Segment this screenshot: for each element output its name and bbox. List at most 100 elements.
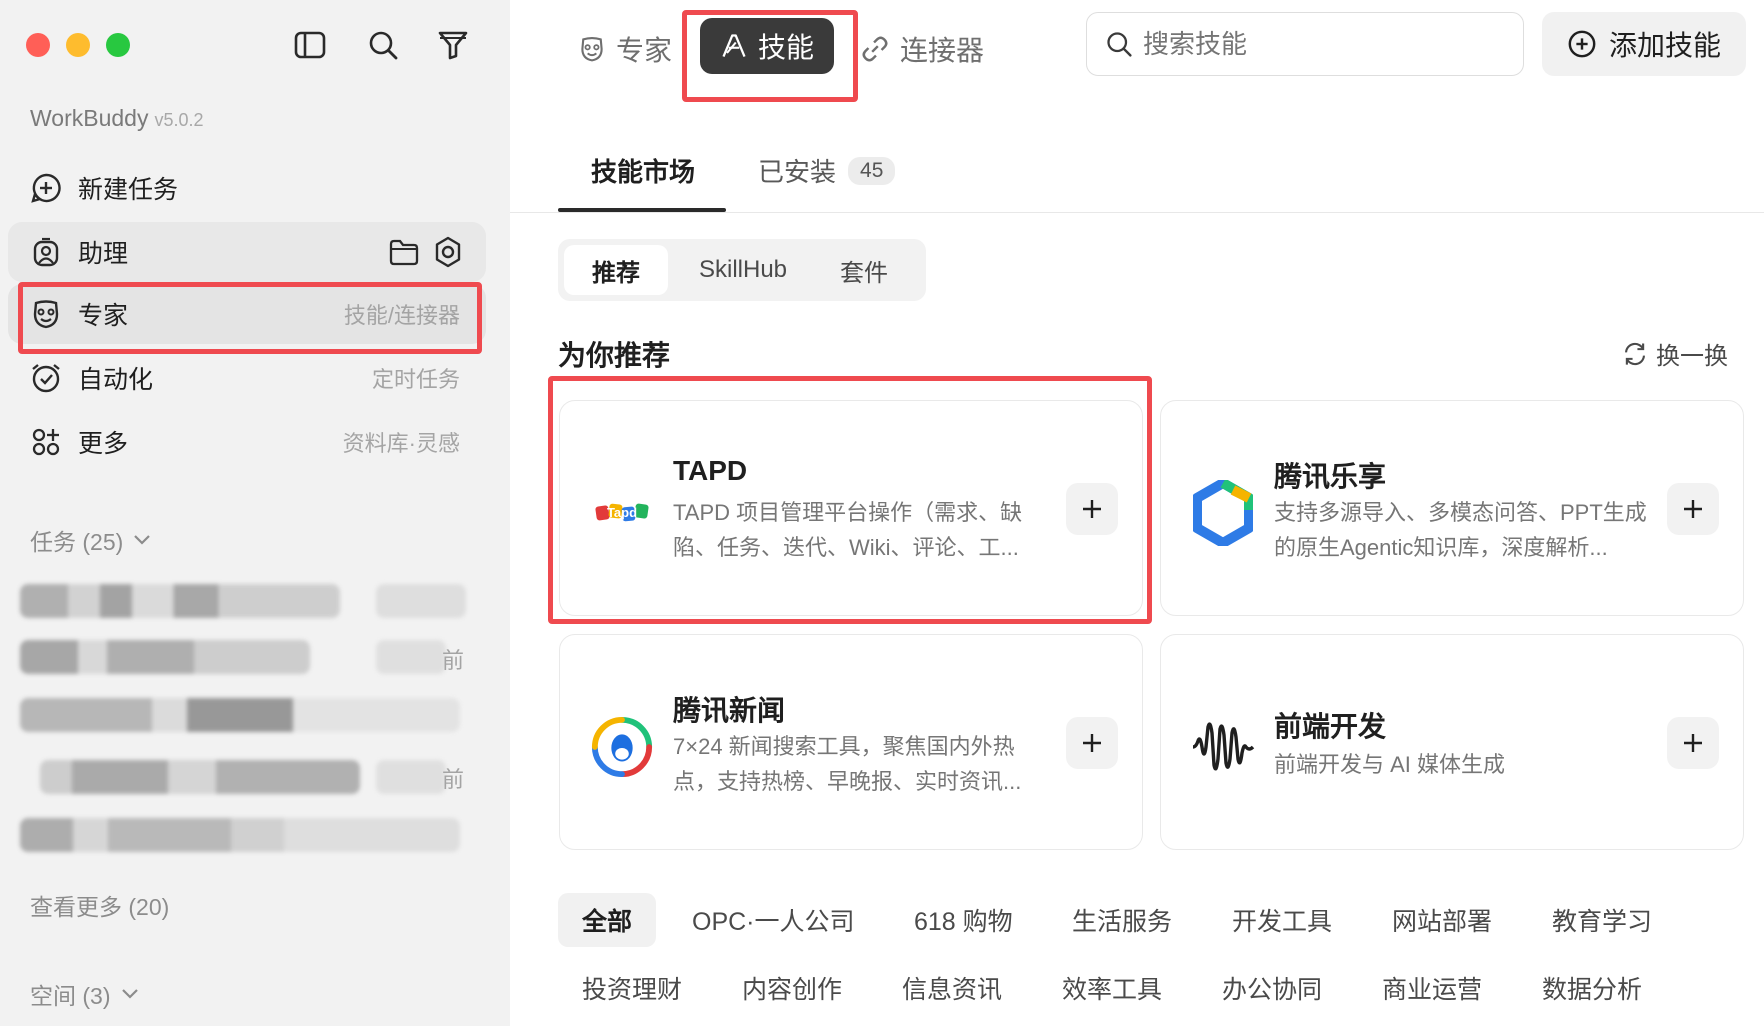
sidebar-item-label: 新建任务: [78, 176, 179, 204]
category-dev-tools[interactable]: 开发工具: [1208, 893, 1356, 947]
tab-expert[interactable]: 专家: [578, 22, 672, 76]
task-list-item-time: [376, 640, 446, 674]
add-skill-button[interactable]: 添加技能: [1542, 12, 1746, 76]
add-skill-plus-button[interactable]: [1667, 483, 1719, 535]
skill-card-tencent-news[interactable]: 腾讯新闻 7×24 新闻搜索工具，聚焦国内外热点，支持热榜、早晚报、实时资讯..…: [559, 634, 1143, 850]
category-office-collab[interactable]: 办公协同: [1198, 961, 1346, 1015]
task-list-item[interactable]: [20, 584, 340, 618]
category-business-ops[interactable]: 商业运营: [1358, 961, 1506, 1015]
skill-name: 腾讯新闻: [673, 695, 786, 726]
new-task-icon: [30, 172, 62, 204]
tab-connectors[interactable]: 连接器: [860, 22, 984, 76]
waveform-icon: [1191, 715, 1255, 779]
segment-control: 推荐 SkillHub 套件: [558, 239, 926, 301]
tencent-news-logo-icon: [590, 715, 654, 779]
window-minimize-button[interactable]: [66, 33, 90, 57]
search-icon: [1107, 32, 1132, 57]
refresh-button[interactable]: 换一换: [1622, 336, 1728, 371]
category-education[interactable]: 教育学习: [1528, 893, 1676, 947]
tab-label: 连接器: [900, 35, 985, 66]
sidebar-item-more[interactable]: 更多 资料库·灵感: [8, 412, 486, 472]
task-list-item[interactable]: [20, 818, 460, 852]
recommend-title: 为你推荐: [558, 340, 671, 371]
settings-icon[interactable]: [432, 236, 464, 268]
spaces-header-label: 空间 (3): [30, 983, 111, 1009]
divider: [510, 212, 1764, 213]
sidebar-item-label: 更多: [78, 430, 129, 458]
app-name: WorkBuddy: [30, 105, 149, 131]
tab-label: 技能: [758, 32, 815, 63]
skill-description: 前端开发与 AI 媒体生成: [1274, 752, 1506, 777]
skill-card-frontend-dev[interactable]: 前端开发 前端开发与 AI 媒体生成: [1160, 634, 1744, 850]
window-close-button[interactable]: [26, 33, 50, 57]
segment-skillhub[interactable]: SkillHub: [682, 245, 804, 295]
task-list-item[interactable]: [20, 698, 460, 732]
category-content-creation[interactable]: 内容创作: [718, 961, 866, 1015]
search-box[interactable]: [1086, 12, 1524, 76]
tab-label: 已安装: [758, 157, 837, 187]
add-skill-plus-button[interactable]: [1066, 717, 1118, 769]
add-skill-plus-button[interactable]: [1066, 483, 1118, 535]
tasks-section-header[interactable]: 任务 (25): [30, 523, 151, 557]
folder-icon[interactable]: [388, 236, 420, 268]
sidebar-item-expert[interactable]: 专家 技能/连接器: [8, 284, 486, 344]
see-more-label: 查看更多 (20): [30, 894, 170, 920]
category-618-shopping[interactable]: 618 购物: [890, 893, 1037, 947]
skill-card-tencent-lexiang[interactable]: 腾讯乐享 支持多源导入、多模态问答、PPT生成的原生Agentic知识库，深度解…: [1160, 400, 1744, 616]
category-data-analysis[interactable]: 数据分析: [1518, 961, 1666, 1015]
category-website-deploy[interactable]: 网站部署: [1368, 893, 1516, 947]
sidebar-item-assistant[interactable]: 助理: [8, 222, 486, 282]
skill-description: 7×24 新闻搜索工具，聚焦国内外热点，支持热榜、早晚报、实时资讯...: [673, 734, 1022, 794]
more-grid-icon: [30, 426, 62, 458]
sidebar-item-automation[interactable]: 自动化 定时任务: [8, 348, 486, 408]
lexiang-logo-icon: [1191, 480, 1255, 546]
svg-text:Tapd: Tapd: [607, 505, 637, 520]
skill-card-tapd[interactable]: Tapd TAPD TAPD 项目管理平台操作（需求、缺陷、任务、迭代、Wiki…: [559, 400, 1143, 616]
category-investment[interactable]: 投资理财: [558, 961, 706, 1015]
tab-skills[interactable]: 技能: [700, 18, 835, 74]
segment-suites[interactable]: 套件: [812, 245, 916, 295]
tab-installed[interactable]: 已安装 45: [758, 152, 896, 189]
app-title: WorkBuddy v5.0.2: [30, 105, 204, 132]
skill-name: TAPD: [673, 455, 748, 486]
add-skill-plus-button[interactable]: [1667, 717, 1719, 769]
skill-icon: [722, 34, 746, 57]
expert-icon: [581, 37, 603, 62]
task-list-item-time-text: 前: [442, 767, 465, 792]
link-icon: [862, 36, 888, 62]
tapd-logo-icon: Tapd: [590, 481, 654, 545]
skill-name: 腾讯乐享: [1274, 461, 1387, 492]
tab-label: 技能市场: [591, 157, 696, 187]
category-efficiency-tools[interactable]: 效率工具: [1038, 961, 1186, 1015]
task-list-item-time-text: 前: [442, 648, 465, 673]
task-list-item-time: [376, 584, 466, 618]
plus-icon: [1684, 500, 1702, 518]
category-information[interactable]: 信息资讯: [878, 961, 1026, 1015]
category-all[interactable]: 全部: [558, 893, 657, 947]
tab-skill-market[interactable]: 技能市场: [591, 152, 695, 189]
spaces-section-header[interactable]: 空间 (3): [30, 977, 139, 1011]
filter-icon[interactable]: [434, 26, 472, 64]
alarm-clock-icon: [30, 362, 62, 394]
app-version: v5.0.2: [154, 110, 204, 130]
category-life-services[interactable]: 生活服务: [1048, 893, 1196, 947]
segment-recommend[interactable]: 推荐: [564, 245, 668, 295]
plus-icon: [1083, 500, 1101, 518]
sidebar-toggle-icon[interactable]: [291, 26, 329, 64]
tab-label: 专家: [616, 35, 673, 66]
plus-circle-icon: [1568, 30, 1596, 58]
search-icon[interactable]: [364, 26, 402, 64]
add-skill-label: 添加技能: [1608, 30, 1721, 61]
sidebar-item-new-task[interactable]: 新建任务: [8, 158, 486, 218]
see-more-link[interactable]: 查看更多 (20): [30, 888, 169, 922]
search-input[interactable]: [1143, 28, 1443, 60]
task-list-item[interactable]: [40, 760, 360, 794]
task-list-item[interactable]: [20, 640, 310, 674]
category-opc[interactable]: OPC·一人公司: [668, 893, 879, 947]
skill-description: TAPD 项目管理平台操作（需求、缺陷、任务、迭代、Wiki、评论、工...: [673, 500, 1023, 560]
refresh-icon: [1625, 342, 1645, 365]
installed-count-badge: 45: [848, 156, 896, 185]
window-maximize-button[interactable]: [106, 33, 130, 57]
tasks-header-label: 任务 (25): [30, 529, 124, 555]
app-window: WorkBuddy v5.0.2 新建任务 助理 专家 技能/连接器 自动化 定…: [0, 0, 1764, 1026]
